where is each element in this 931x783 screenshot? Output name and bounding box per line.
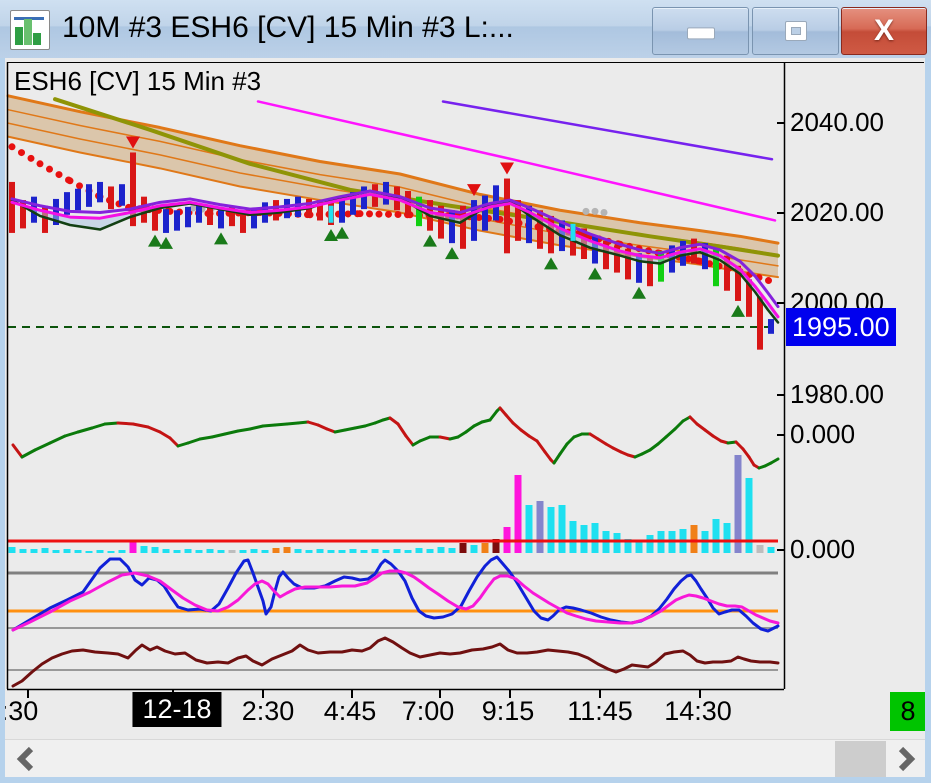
stochastic-slow-line <box>11 569 780 632</box>
purple-trendline[interactable] <box>441 100 774 161</box>
time-axis-label: 7:00 <box>401 696 455 726</box>
buy-signal-triangle <box>148 234 162 247</box>
trend-oscillator-series <box>11 406 780 470</box>
scrollbar-thumb[interactable] <box>835 741 886 777</box>
time-axis-label: 0:30 <box>5 696 39 726</box>
chart-number-badge: 8 <box>890 692 925 731</box>
price-axis-label: 0.000 <box>790 419 856 449</box>
buy-signal-triangle <box>544 257 558 270</box>
scroll-right-arrow-icon[interactable] <box>891 745 919 773</box>
time-axis-label: 2:30 <box>241 696 295 726</box>
momentum-line-line <box>11 636 780 688</box>
volume-histogram-series <box>8 455 775 553</box>
date-label-highlighted: 12-18 <box>132 692 222 727</box>
time-axis-label: 11:45 <box>567 696 633 726</box>
minimize-button[interactable] <box>652 7 749 55</box>
buy-signal-triangle <box>632 286 646 299</box>
maximize-icon <box>784 21 807 41</box>
title-bar[interactable]: 10M #3 ESH6 [CV] 15 Min #3 L:... X <box>0 0 931 59</box>
buy-signal-triangle <box>214 232 228 245</box>
time-axis-label: 9:15 <box>481 696 535 726</box>
buy-signal-triangle <box>445 247 459 260</box>
cyan-signal-tick <box>570 223 576 241</box>
cyan-signal-tick <box>328 205 334 223</box>
buy-signal-triangle <box>335 226 349 239</box>
minimize-icon <box>686 27 715 40</box>
buy-signal-triangle <box>324 229 338 241</box>
window-border-bottom <box>0 777 931 783</box>
gray-dot <box>582 207 590 215</box>
gray-dot <box>591 207 599 215</box>
buy-signal-triangle <box>423 234 437 247</box>
app-icon <box>10 10 50 50</box>
close-icon: X <box>873 14 894 47</box>
buy-signal-triangle <box>159 236 173 249</box>
last-price-badge: 1995.00 <box>786 308 896 346</box>
scroll-left-arrow-icon[interactable] <box>13 745 41 773</box>
chart-window: 10M #3 ESH6 [CV] 15 Min #3 L:... X ESH6 … <box>0 0 931 783</box>
window-title: 10M #3 ESH6 [CV] 15 Min #3 L:... <box>62 11 514 44</box>
window-border-right <box>925 58 931 783</box>
price-axis-label: 2020.00 <box>790 197 884 227</box>
close-button[interactable]: X <box>841 7 927 55</box>
buy-signal-triangle <box>731 304 745 317</box>
price-axis-label: 2040.00 <box>790 107 884 137</box>
stochastic-fast-line <box>11 555 780 633</box>
sell-signal-triangle <box>500 162 514 175</box>
price-axis-label: 1980.00 <box>790 379 884 409</box>
horizontal-scrollbar[interactable] <box>5 739 925 777</box>
chart-symbol-label: ESH6 [CV] 15 Min #3 <box>14 66 262 96</box>
price-axis-label: 0.000 <box>790 534 856 564</box>
chart-client-area: ESH6 [CV] 15 Min #3 2040.00 2020.00 2000.0… <box>5 58 925 777</box>
window-border-left <box>0 58 5 783</box>
time-axis-label: 14:30 <box>664 696 732 726</box>
maximize-button[interactable] <box>752 7 839 55</box>
time-axis-label: 4:45 <box>323 696 377 726</box>
chart-canvas[interactable] <box>5 58 925 777</box>
gray-dot <box>600 209 608 217</box>
buy-signal-triangle <box>588 267 602 280</box>
